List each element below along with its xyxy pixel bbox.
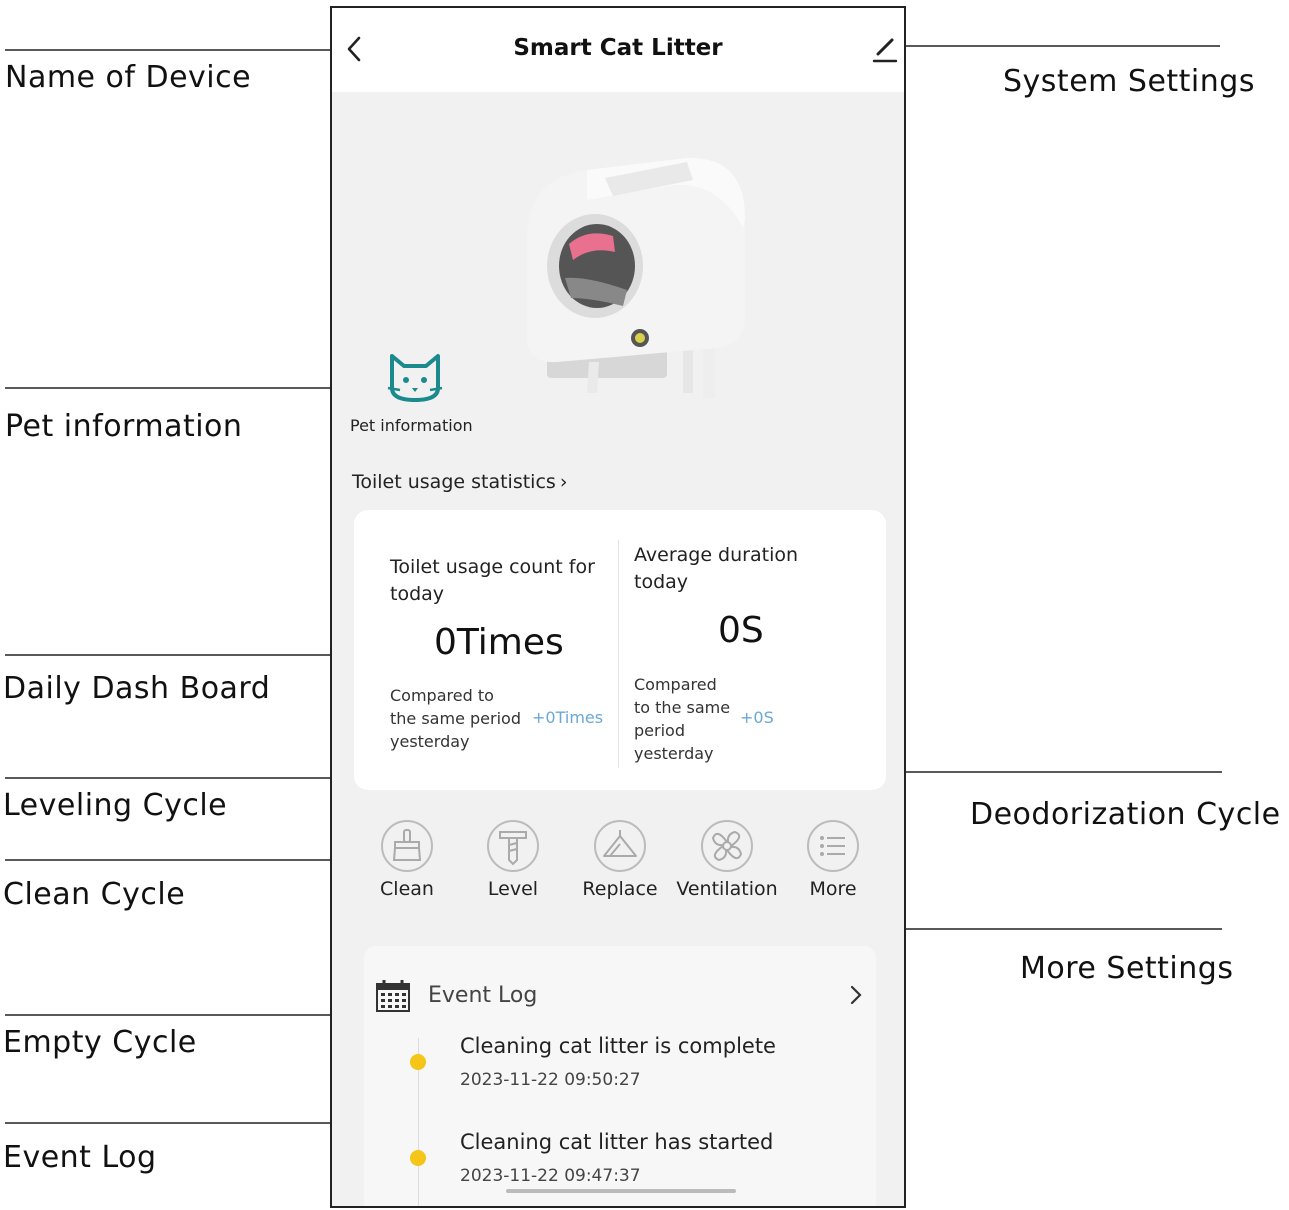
duration-delta: +0S <box>740 708 774 727</box>
cat-face-icon <box>387 354 443 402</box>
pencil-icon <box>872 38 898 63</box>
pet-information-button[interactable]: Pet information <box>346 348 486 440</box>
event-text: Cleaning cat litter has started <box>460 1130 774 1154</box>
event-text: Cleaning cat litter is complete <box>460 1034 776 1058</box>
usage-compare-3: yesterday <box>390 732 470 751</box>
usage-delta: +0Times <box>532 708 604 727</box>
usage-compare-1: Compared to <box>390 686 494 705</box>
level-button[interactable]: Level <box>458 816 568 916</box>
usage-compare-2: the same period <box>390 709 521 728</box>
duration-compare-1: Compared <box>634 675 717 694</box>
list-icon <box>807 820 859 872</box>
event-item: Cleaning cat litter is complete 2023-11-… <box>410 1034 850 1104</box>
usage-count-heading-1: Toilet usage count for <box>390 556 595 578</box>
event-log-card: Event Log Cleaning cat litter is complet… <box>364 946 876 1206</box>
event-log-header[interactable]: Event Log <box>376 976 866 1016</box>
callout-daily-dash-board: Daily Dash Board <box>3 671 271 706</box>
chevron-right-icon <box>850 985 862 1005</box>
event-dot <box>410 1054 426 1070</box>
level-label: Level <box>487 878 539 900</box>
callout-leveling-cycle: Leveling Cycle <box>3 788 228 823</box>
callout-event-log: Event Log <box>3 1140 157 1175</box>
system-settings-button[interactable] <box>870 34 900 64</box>
duration-heading-1: Average duration <box>634 544 799 566</box>
action-bar: Clean Level Replace Ventilation More <box>332 816 904 916</box>
callout-more-settings: More Settings <box>1020 951 1234 986</box>
device-name-title: Smart Cat Litter <box>513 35 723 61</box>
callout-pet-information: Pet information <box>5 409 243 444</box>
callout-system-settings: System Settings <box>1003 64 1255 99</box>
ventilation-button[interactable]: Ventilation <box>672 816 782 916</box>
clean-button[interactable]: Clean <box>352 816 462 916</box>
replace-button[interactable]: Replace <box>565 816 675 916</box>
event-time: 2023-11-22 09:50:27 <box>460 1070 641 1090</box>
usage-count-heading-2: today <box>390 583 445 605</box>
replace-icon <box>594 820 646 872</box>
level-icon <box>487 820 539 872</box>
stats-link-label: Toilet usage statistics <box>352 471 556 493</box>
broom-icon <box>381 820 433 872</box>
event-log-title: Event Log <box>428 983 538 1008</box>
usage-count-panel: Toilet usage count for today 0Times Comp… <box>354 510 618 790</box>
callout-clean-cycle: Clean Cycle <box>3 877 186 912</box>
top-bar: Smart Cat Litter <box>332 8 904 92</box>
callout-deodorization-cycle: Deodorization Cycle <box>970 797 1281 832</box>
litter-box-image <box>527 157 745 398</box>
callout-empty-cycle: Empty Cycle <box>3 1025 197 1060</box>
usage-count-value: 0Times <box>434 622 564 663</box>
replace-label: Replace <box>582 878 658 900</box>
phone-screen: Smart Cat Litter Pet information Toilet … <box>330 6 906 1208</box>
duration-heading-2: today <box>634 571 689 593</box>
event-dot <box>410 1150 426 1166</box>
more-label: More <box>809 878 857 900</box>
duration-compare-2: to the same <box>634 698 731 717</box>
duration-value: 0S <box>718 610 764 651</box>
duration-compare-3: period <box>634 721 685 740</box>
daily-dashboard-card: Toilet usage count for today 0Times Comp… <box>354 510 886 790</box>
pet-information-label: Pet information <box>350 416 473 435</box>
ventilation-label: Ventilation <box>676 878 778 900</box>
event-time: 2023-11-22 09:47:37 <box>460 1166 641 1186</box>
calendar-icon <box>376 980 410 1012</box>
average-duration-panel: Average duration today 0S Compared to th… <box>618 510 882 790</box>
duration-compare-4: yesterday <box>634 744 714 763</box>
home-indicator <box>506 1189 736 1193</box>
toilet-usage-statistics-link[interactable]: Toilet usage statistics › <box>352 471 567 493</box>
chevron-right-icon: › <box>559 471 568 493</box>
clean-label: Clean <box>380 878 434 900</box>
callout-name-of-device: Name of Device <box>5 60 252 95</box>
more-button[interactable]: More <box>778 816 888 916</box>
fan-icon <box>701 820 753 872</box>
